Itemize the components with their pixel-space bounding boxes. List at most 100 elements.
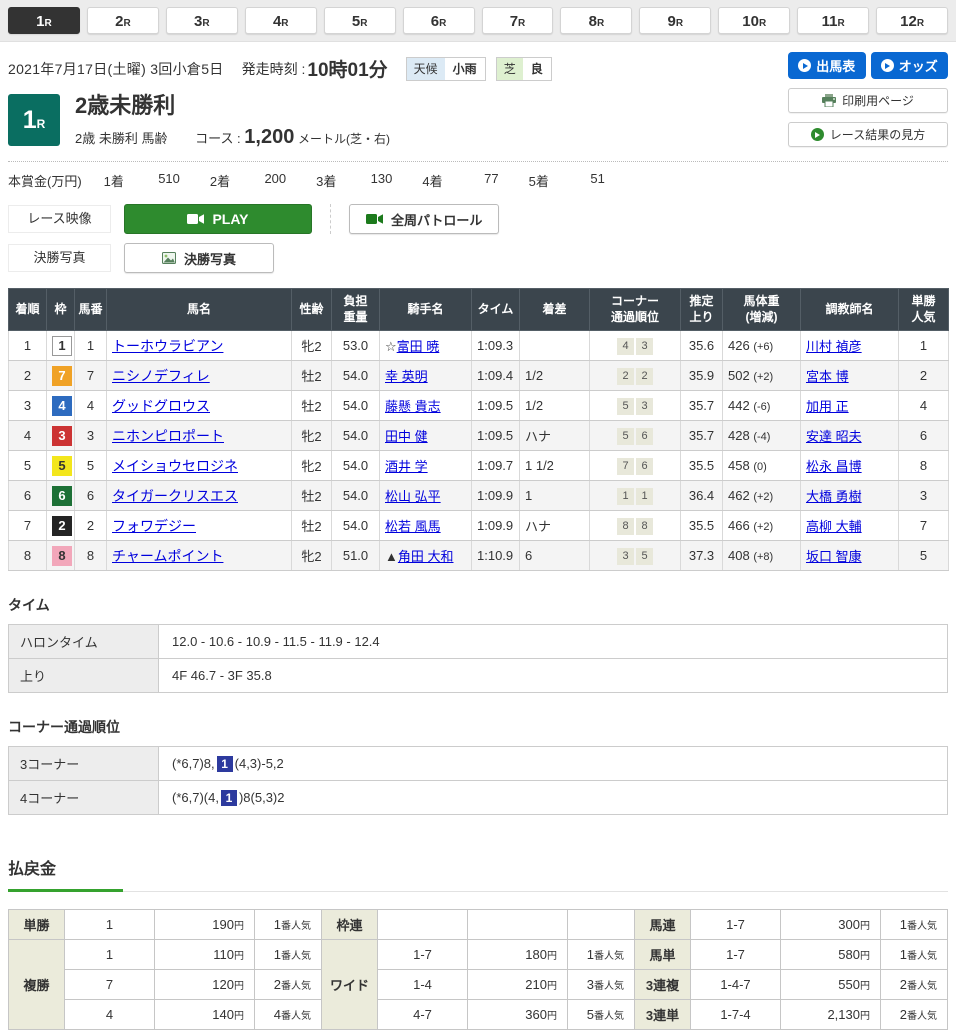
race-tab-6r[interactable]: 6R <box>403 7 475 34</box>
race-tab-5r[interactable]: 5R <box>324 7 396 34</box>
jockey-link[interactable]: 田中 健 <box>385 429 428 444</box>
circle-arrow-icon <box>798 59 811 72</box>
race-tab-2r[interactable]: 2R <box>87 7 159 34</box>
frame-number-badge: 4 <box>52 396 72 416</box>
corner4-row: 4コーナー (*6,7)(4,1)8(5,3)2 <box>9 781 948 815</box>
result-row-4: 433ニホンピロポート牝254.0田中 健1:09.5ハナ5635.7428 (… <box>9 421 949 451</box>
turf-value: 良 <box>523 58 551 80</box>
race-tab-7r[interactable]: 7R <box>482 7 554 34</box>
weather-badge: 天候 小雨 <box>406 57 486 81</box>
horse-name-link[interactable]: チャームポイント <box>112 548 223 564</box>
payout-row-4: 4 140円 4番人気 4-7 360円 5番人気 3連単 1-7-4 2,13… <box>9 1000 948 1030</box>
trainer-link[interactable]: 坂口 智康 <box>806 549 862 564</box>
prize-place: 4着 <box>422 171 442 190</box>
horse-weight-diff: (+2) <box>753 491 773 503</box>
result-row-6: 666タイガークリスエス牡254.0松山 弘平1:09.911136.4462 … <box>9 481 949 511</box>
horse-name-link[interactable]: ニシノデフィレ <box>112 368 210 384</box>
corner-position-badge: 2 <box>617 368 634 385</box>
entry-table-button[interactable]: 出馬表 <box>788 52 866 79</box>
jockey-cell: 幸 英明 <box>380 361 472 391</box>
win-popularity: 3 <box>899 481 949 511</box>
race-tab-suffix: R <box>917 18 924 29</box>
trainer-link[interactable]: 安達 昭夫 <box>806 429 862 444</box>
horse-name-link[interactable]: ニホンピロポート <box>112 428 224 444</box>
wide-label: ワイド <box>322 940 378 1030</box>
horse-name-link[interactable]: トーホウラビアン <box>112 338 223 354</box>
finish-photo-label: 決勝写真 <box>8 244 111 272</box>
fukusho-amount-3: 140円 <box>155 1000 255 1030</box>
play-button[interactable]: PLAY <box>124 204 312 234</box>
horse-name-link[interactable]: タイガークリスエス <box>112 488 238 504</box>
wide-popularity-3: 5番人気 <box>568 1000 635 1030</box>
jockey-link[interactable]: 松山 弘平 <box>385 489 441 504</box>
payout-table: 単勝 1 190円 1番人気 枠連 馬連 1-7 300円 1番人気 複勝 1 … <box>8 909 948 1030</box>
trainer-link[interactable]: 松永 昌博 <box>806 459 862 474</box>
race-tab-3r[interactable]: 3R <box>166 7 238 34</box>
corner-positions-cell: 53 <box>590 391 681 421</box>
race-tab-strip: 1R 2R 3R 4R 5R 6R 7R8R 9R 10R 11R 12R <box>0 0 956 42</box>
race-tab-1r[interactable]: 1R <box>8 7 80 34</box>
fukusho-popularity-3: 4番人気 <box>255 1000 322 1030</box>
carried-weight: 54.0 <box>332 451 380 481</box>
jockey-link[interactable]: 酒井 学 <box>385 459 428 474</box>
race-tab-8r[interactable]: 8R <box>560 7 632 34</box>
fukusho-popularity-2: 2番人気 <box>255 970 322 1000</box>
corner3-value: (*6,7)8,1(4,3)-5,2 <box>159 747 948 781</box>
race-results-table: 着順枠馬番馬名性齢負担 重量騎手名タイム着差コーナー 通過順位推定 上り馬体重 … <box>8 288 949 571</box>
start-time-label: 発走時刻 : <box>242 59 306 79</box>
race-tab-12r[interactable]: 12R <box>876 7 948 34</box>
horse-name-cell: グッドグロウス <box>107 391 292 421</box>
horse-name-link[interactable]: グッドグロウス <box>112 398 210 414</box>
horse-name-link[interactable]: フォワデジー <box>112 518 196 534</box>
race-title-text: 2歳未勝利 2歳 未勝利 馬齢 コース : 1,200 メートル(芝・右) <box>75 94 390 149</box>
race-tab-9r[interactable]: 9R <box>639 7 711 34</box>
trainer-link[interactable]: 高柳 大輔 <box>806 519 862 534</box>
umaren-label: 馬連 <box>635 910 691 940</box>
frame-number-cell: 4 <box>47 391 75 421</box>
results-column-header: 推定 上り <box>681 289 723 331</box>
tansho-amount: 190円 <box>155 910 255 940</box>
frame-number-badge: 5 <box>52 456 72 476</box>
jockey-link[interactable]: 角田 大和 <box>398 549 454 564</box>
finish-time: 1:10.9 <box>472 541 520 571</box>
last-3f-time: 35.7 <box>681 391 723 421</box>
patrol-video-button[interactable]: 全周パトロール <box>349 204 499 234</box>
odds-button[interactable]: オッズ <box>871 52 949 79</box>
jockey-link[interactable]: 藤懸 貴志 <box>385 399 441 414</box>
trainer-link[interactable]: 宮本 博 <box>806 369 849 384</box>
trainer-cell: 松永 昌博 <box>801 451 899 481</box>
jockey-link[interactable]: 松若 風馬 <box>385 519 441 534</box>
finish-photo-button[interactable]: 決勝写真 <box>124 243 274 273</box>
trainer-link[interactable]: 加用 正 <box>806 399 849 414</box>
trainer-link[interactable]: 大橋 勇樹 <box>806 489 862 504</box>
frame-number-cell: 8 <box>47 541 75 571</box>
race-tab-4r[interactable]: 4R <box>245 7 317 34</box>
circle-arrow-icon <box>881 59 894 72</box>
race-tab-suffix: R <box>518 18 525 29</box>
trainer-link[interactable]: 川村 禎彦 <box>806 339 862 354</box>
race-tab-10r[interactable]: 10R <box>718 7 790 34</box>
video-camera-icon <box>366 213 383 225</box>
horse-name-link[interactable]: メイショウセロジネ <box>112 458 238 474</box>
sex-age: 牝2 <box>292 331 332 361</box>
race-tab-suffix: R <box>360 18 367 29</box>
race-title: 2歳未勝利 <box>75 94 390 118</box>
furlong-time-value: 12.0 - 10.6 - 10.9 - 11.5 - 11.9 - 12.4 <box>159 625 948 659</box>
print-page-button[interactable]: 印刷用ページ <box>788 88 948 113</box>
jockey-link[interactable]: 富田 暁 <box>397 339 440 354</box>
win-popularity: 5 <box>899 541 949 571</box>
race-tab-11r[interactable]: 11R <box>797 7 869 34</box>
prize-place: 5着 <box>529 171 549 190</box>
winner-number-highlight: 1 <box>221 790 237 806</box>
horse-weight-cell: 426 (+6) <box>723 331 801 361</box>
sanrentan-amount: 2,130円 <box>781 1000 881 1030</box>
sanrenpuku-amount: 550円 <box>781 970 881 1000</box>
how-to-read-button[interactable]: レース結果の見方 <box>788 122 948 147</box>
wide-amount-1: 180円 <box>468 940 568 970</box>
race-tab-suffix: R <box>597 18 604 29</box>
wide-combo-2: 1-4 <box>378 970 468 1000</box>
jockey-link[interactable]: 幸 英明 <box>385 369 428 384</box>
prize-money-label: 本賞金(万円) <box>8 171 82 190</box>
horse-number: 7 <box>75 361 107 391</box>
race-tab-suffix: R <box>45 18 52 29</box>
